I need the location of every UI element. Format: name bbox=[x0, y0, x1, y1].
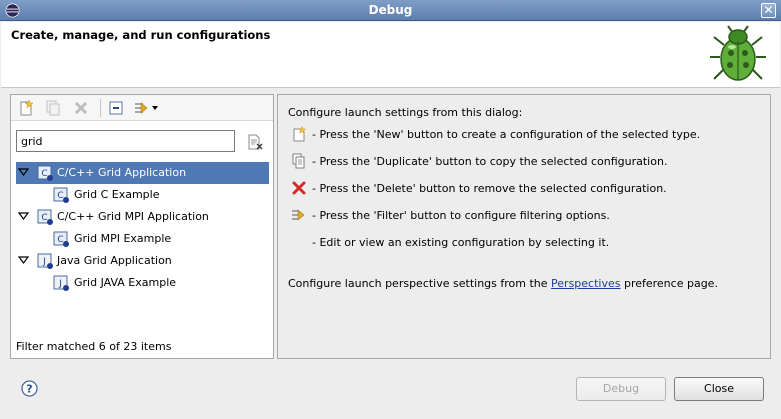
info-line-delete: - Press the 'Delete' button to remove th… bbox=[312, 182, 667, 195]
tree-item-label: Grid JAVA Example bbox=[74, 276, 177, 289]
filter-icon bbox=[292, 209, 305, 221]
svg-text:J: J bbox=[58, 279, 62, 289]
tree-item-cpp-grid-application[interactable]: C C/C++ Grid Application bbox=[16, 162, 269, 184]
help-icon[interactable]: ? bbox=[21, 380, 38, 397]
tree-item-label: C/C++ Grid Application bbox=[57, 166, 187, 179]
help-glyph: ? bbox=[26, 383, 32, 396]
expand-toggle-icon[interactable] bbox=[18, 211, 29, 222]
java-launch-icon: J bbox=[53, 275, 69, 291]
svg-text:C: C bbox=[57, 191, 63, 201]
info-line-filter: - Press the 'Filter' button to configure… bbox=[312, 209, 610, 222]
svg-text:C: C bbox=[41, 169, 47, 179]
new-configuration-icon bbox=[293, 126, 307, 142]
duplicate-icon bbox=[292, 153, 305, 169]
svg-text:J: J bbox=[42, 257, 46, 267]
tree-item-label: C/C++ Grid MPI Application bbox=[57, 210, 209, 223]
cpp-launch-icon: C bbox=[53, 231, 69, 247]
tree-item-grid-mpi-example[interactable]: C Grid MPI Example bbox=[16, 228, 269, 250]
header-title: Create, manage, and run configurations bbox=[11, 28, 271, 42]
filter-icon[interactable] bbox=[133, 99, 161, 117]
tree-item-label: Grid MPI Example bbox=[74, 232, 172, 245]
new-configuration-icon[interactable] bbox=[17, 99, 35, 117]
cpp-config-type-icon: C bbox=[37, 165, 53, 181]
perspective-prefix: Configure launch perspective settings fr… bbox=[288, 277, 552, 290]
configuration-list-panel: C C/C++ Grid Application C Grid C Exampl… bbox=[10, 94, 274, 359]
bug-icon bbox=[710, 25, 766, 81]
window-title: Debug bbox=[368, 3, 413, 17]
svg-text:C: C bbox=[41, 213, 47, 223]
filter-input[interactable] bbox=[16, 130, 235, 152]
info-line-duplicate: - Press the 'Duplicate' button to copy t… bbox=[312, 155, 668, 168]
tree-item-java-grid-application[interactable]: J Java Grid Application bbox=[16, 250, 269, 272]
configuration-tree: C C/C++ Grid Application C Grid C Exampl… bbox=[16, 162, 269, 294]
expand-toggle-icon[interactable] bbox=[18, 255, 29, 266]
launch-toolbar bbox=[11, 95, 273, 121]
info-line-edit: - Edit or view an existing configuration… bbox=[312, 236, 610, 249]
toolbar-separator bbox=[100, 99, 101, 117]
debug-button[interactable]: Debug bbox=[576, 377, 666, 401]
perspective-suffix: preference page. bbox=[620, 277, 718, 290]
tree-item-grid-java-example[interactable]: J Grid JAVA Example bbox=[16, 272, 269, 294]
tree-item-label: Java Grid Application bbox=[57, 254, 172, 267]
close-button[interactable]: Close bbox=[674, 377, 764, 401]
perspective-info: Configure launch perspective settings fr… bbox=[288, 277, 718, 290]
cpp-launch-icon: C bbox=[53, 187, 69, 203]
info-line-new: - Press the 'New' button to create a con… bbox=[312, 128, 701, 141]
perspectives-link[interactable]: Perspectives bbox=[551, 277, 620, 290]
expand-toggle-icon[interactable] bbox=[18, 167, 29, 178]
duplicate-icon bbox=[46, 100, 60, 116]
delete-icon bbox=[292, 181, 306, 195]
info-panel: Configure launch settings from this dial… bbox=[277, 94, 771, 359]
filter-options-icon[interactable] bbox=[246, 133, 264, 151]
title-bar: Debug ✕ bbox=[0, 0, 781, 21]
svg-text:C: C bbox=[57, 235, 63, 245]
delete-icon bbox=[74, 101, 88, 115]
dialog-header: Create, manage, and run configurations bbox=[1, 22, 780, 88]
info-intro: Configure launch settings from this dial… bbox=[288, 106, 523, 119]
cpp-config-type-icon: C bbox=[37, 209, 53, 225]
tree-item-cpp-grid-mpi-application[interactable]: C C/C++ Grid MPI Application bbox=[16, 206, 269, 228]
tree-item-label: Grid C Example bbox=[74, 188, 160, 201]
filter-status-text: Filter matched 6 of 23 items bbox=[16, 340, 172, 353]
java-config-type-icon: J bbox=[37, 253, 53, 269]
tree-item-grid-c-example[interactable]: C Grid C Example bbox=[16, 184, 269, 206]
window-close-button[interactable]: ✕ bbox=[761, 3, 776, 18]
collapse-all-icon[interactable] bbox=[107, 99, 125, 117]
